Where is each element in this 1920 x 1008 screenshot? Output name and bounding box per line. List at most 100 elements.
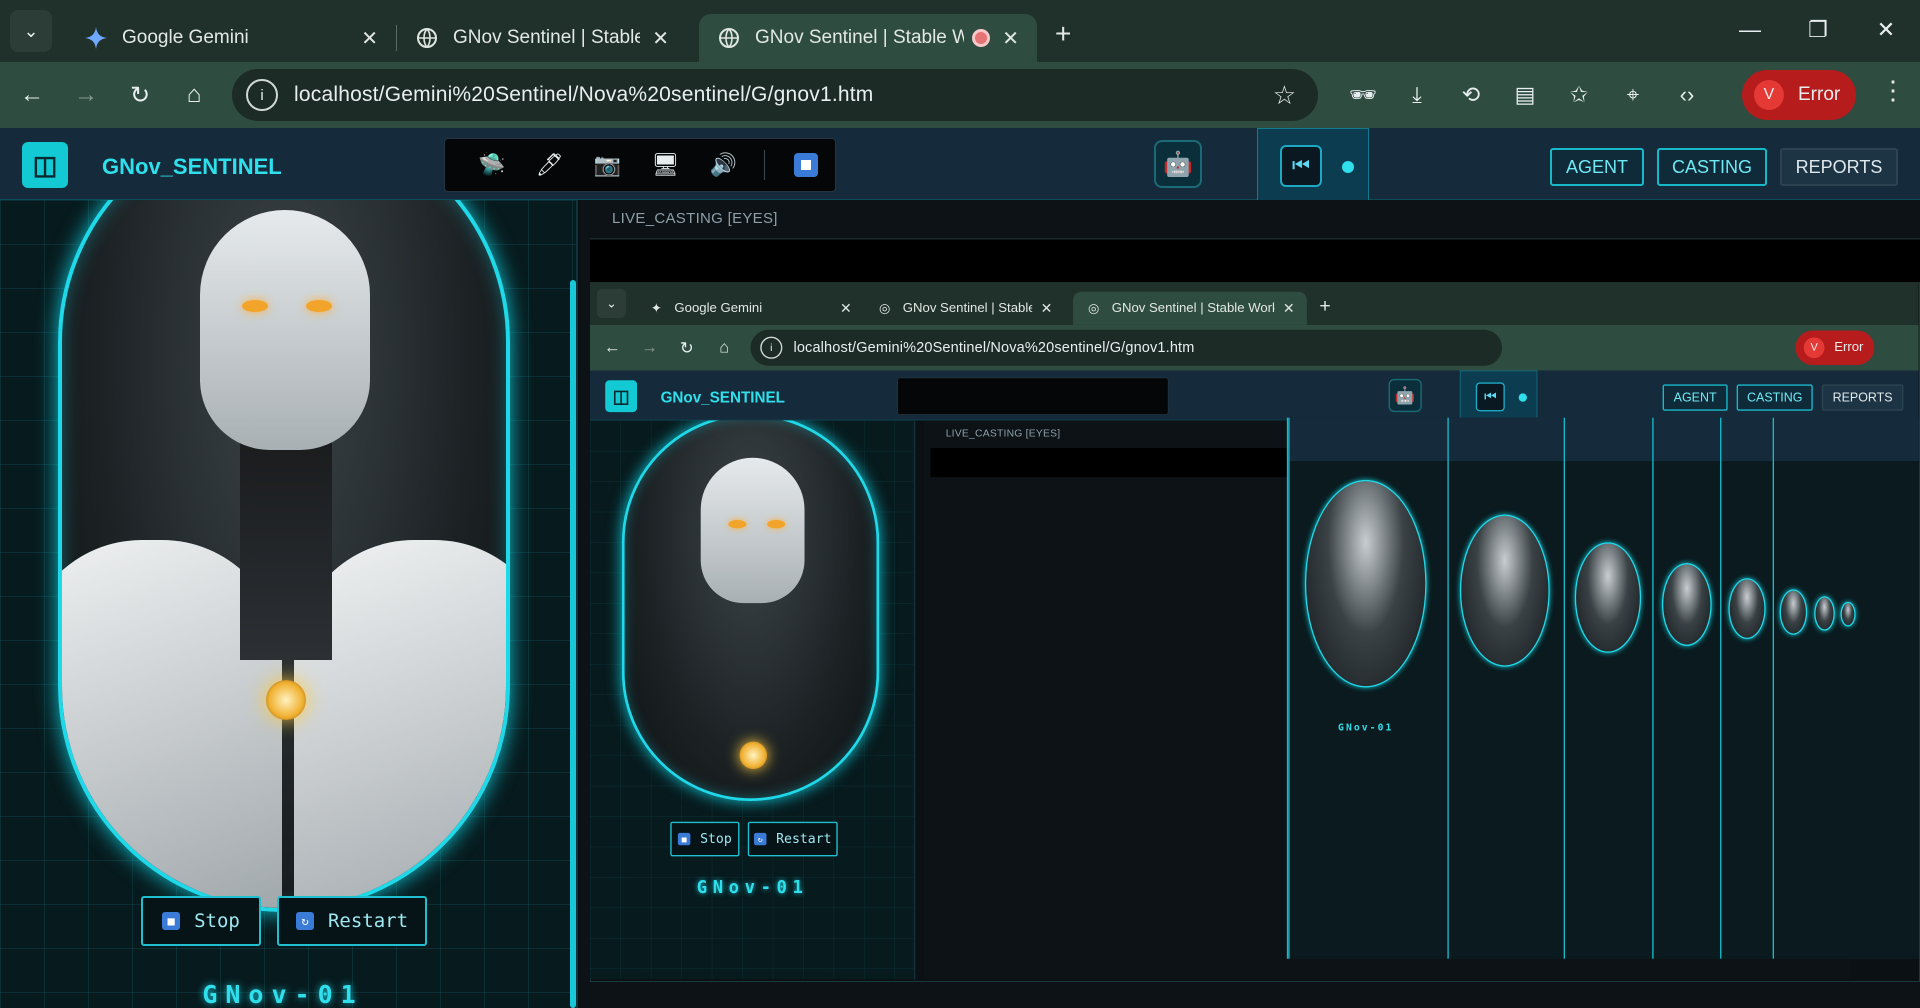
restart-button: ↻ Restart [747, 821, 838, 857]
close-tab-icon[interactable]: ✕ [361, 26, 378, 51]
gemini-icon: ✦ [650, 301, 662, 316]
fractal-level [1288, 417, 1919, 959]
sidebar-toggle-icon[interactable]: ◫ [22, 142, 68, 188]
back-icon: ← [603, 338, 621, 357]
new-tab-icon[interactable]: + [1055, 18, 1071, 50]
minimize-icon[interactable]: — [1716, 0, 1784, 60]
grid-background [590, 420, 914, 980]
gemini-icon [84, 26, 108, 50]
fractal-level [1772, 417, 1919, 959]
cast-panel-label: LIVE_CASTING [EYES] [612, 210, 778, 227]
code-icon[interactable]: ‹› [1660, 73, 1714, 117]
profile-status: Error [1834, 340, 1864, 355]
browser-toolbar: ← → ↻ ⌂ i localhost/Gemini%20Sentinel/No… [0, 62, 1920, 128]
forward-icon: → [641, 338, 658, 357]
tab-title: Google Gemini [674, 300, 763, 316]
mirror-toolbar: ← → ↻ ⌂ i localhost/Gemini%20Sentinel/Nov… [590, 324, 1919, 371]
robot-eye [767, 520, 786, 529]
unit-name: GNov-01 [696, 877, 809, 898]
close-tab-icon: ✕ [1040, 301, 1053, 317]
robot-agent-icon: 🤖 [1388, 378, 1422, 413]
reload-icon[interactable]: ↻ [118, 73, 162, 117]
nav-reports-button[interactable]: REPORTS [1780, 148, 1898, 186]
back-icon[interactable]: ← [10, 73, 54, 117]
tab-search-dropdown[interactable]: ⌄ [10, 10, 52, 52]
location-icon[interactable]: ⌖ [1606, 73, 1660, 117]
site-info-icon: i [760, 336, 783, 359]
tab-title: Google Gemini [122, 27, 249, 48]
close-tab-icon: ✕ [839, 301, 852, 317]
panel-scrollbar[interactable] [570, 280, 576, 1008]
monitor-icon[interactable]: 🖥 [636, 143, 694, 187]
site-info-icon[interactable]: i [246, 79, 278, 111]
favorites-icon[interactable]: ✩ [1552, 73, 1606, 117]
nav-agent-button: AGENT [1662, 384, 1728, 411]
profile-error-button[interactable]: V Error [1742, 70, 1856, 120]
close-window-icon[interactable]: ✕ [1852, 0, 1920, 60]
restart-label: Restart [776, 831, 832, 847]
browser-tab-sentinel-2[interactable]: GNov Sentinel | Stable Work ✕ [699, 14, 1037, 62]
globe-icon: ◎ [879, 301, 891, 316]
fractal-portrait [1574, 542, 1642, 653]
fractal-portrait [1840, 601, 1856, 627]
rewind-icon[interactable]: ⏮ [1280, 145, 1322, 187]
robot-agent-icon[interactable]: 🤖 [1154, 140, 1202, 188]
globe-icon [415, 26, 439, 50]
more-menu-icon[interactable]: ⋮ [1878, 75, 1908, 106]
fractal-portrait [1779, 589, 1808, 635]
live-indicator-dot [1518, 393, 1527, 402]
stop-button[interactable]: ■ Stop [141, 896, 261, 946]
browser-tab-gemini[interactable]: Google Gemini ✕ [66, 14, 396, 62]
reading-list-icon[interactable]: ▤ [1498, 73, 1552, 117]
globe-icon: ◎ [1088, 301, 1100, 316]
browser-tab-sentinel-1[interactable]: GNov Sentinel | Stable Workspa ✕ [397, 14, 687, 62]
cast-panel-label: LIVE_CASTING [EYES] [945, 427, 1061, 440]
restart-button[interactable]: ↻ Restart [277, 896, 427, 946]
tab-title: GNov Sentinel | Stable Workspa [453, 27, 641, 48]
mirror-tab: ◎ GNov Sentinel | Stable Workspa ✕ [864, 292, 1065, 325]
fractal-level [1652, 417, 1919, 959]
robot-core-light [739, 741, 768, 770]
history-icon[interactable]: ⟲ [1444, 73, 1498, 117]
agent-portrait [58, 200, 510, 912]
fractal-portrait [1304, 479, 1427, 688]
forward-icon[interactable]: → [64, 73, 108, 117]
home-icon[interactable]: ⌂ [172, 73, 216, 117]
mirror-agent-panel: ■ Stop ↻ Restart GNov-01 [590, 420, 916, 980]
extension-icons: 🕶 ⤓ ⟲ ▤ ✩ ⌖ ‹› [1336, 73, 1714, 117]
download-icon[interactable]: ⤓ [1390, 73, 1444, 117]
stop-square-icon[interactable] [777, 143, 835, 187]
reload-icon: ↻ [679, 338, 694, 358]
robot-core-light [266, 680, 306, 720]
mirror-cast-area: LIVE_CASTING [EYES] [923, 420, 1851, 980]
mirror-profile-error: V Error [1795, 330, 1875, 366]
stop-label: Stop [194, 910, 240, 932]
live-indicator-dot [1342, 161, 1354, 173]
mirror-content: ⌄ ✦ Google Gemini ✕ ◎ GNov Sentinel | Stabl… [590, 282, 1919, 980]
camera-icon[interactable]: 📷 [579, 143, 637, 187]
close-tab-icon[interactable]: ✕ [1002, 26, 1019, 51]
speaker-icon[interactable]: 🔊 [694, 143, 752, 187]
close-tab-icon[interactable]: ✕ [652, 26, 669, 51]
fractal-level [1720, 417, 1919, 959]
nav-casting-button[interactable]: CASTING [1657, 148, 1767, 186]
fractal-portrait [1661, 562, 1712, 646]
nav-agent-button[interactable]: AGENT [1550, 148, 1644, 186]
casting-control: ⏮ [1459, 370, 1538, 421]
chevron-down-icon: ⌄ [23, 20, 39, 41]
url-text[interactable]: localhost/Gemini%20Sentinel/Nova%20senti… [294, 83, 874, 107]
cast-header-bar [590, 240, 1920, 282]
avatar: V [1754, 80, 1784, 110]
fractal-level [1447, 417, 1919, 959]
pen-icon[interactable]: 🖊 [521, 143, 579, 187]
ufo-icon[interactable]: 🛸 [463, 143, 521, 187]
bookmark-star-icon[interactable]: ☆ [1273, 80, 1296, 111]
tab-title: GNov Sentinel | Stable Work [755, 27, 965, 48]
screen-capture-mirror: ⌄ ✦ Google Gemini ✕ ◎ GNov Sentinel | Stabl… [590, 282, 1920, 982]
address-bar[interactable]: i localhost/Gemini%20Sentinel/Nova%20sen… [232, 69, 1318, 121]
cast-header-bar [930, 448, 1851, 478]
restart-label: Restart [327, 910, 409, 932]
incognito-icon[interactable]: 🕶 [1336, 73, 1390, 117]
fractal-portrait [1814, 596, 1835, 631]
restore-icon[interactable]: ❐ [1784, 0, 1852, 60]
